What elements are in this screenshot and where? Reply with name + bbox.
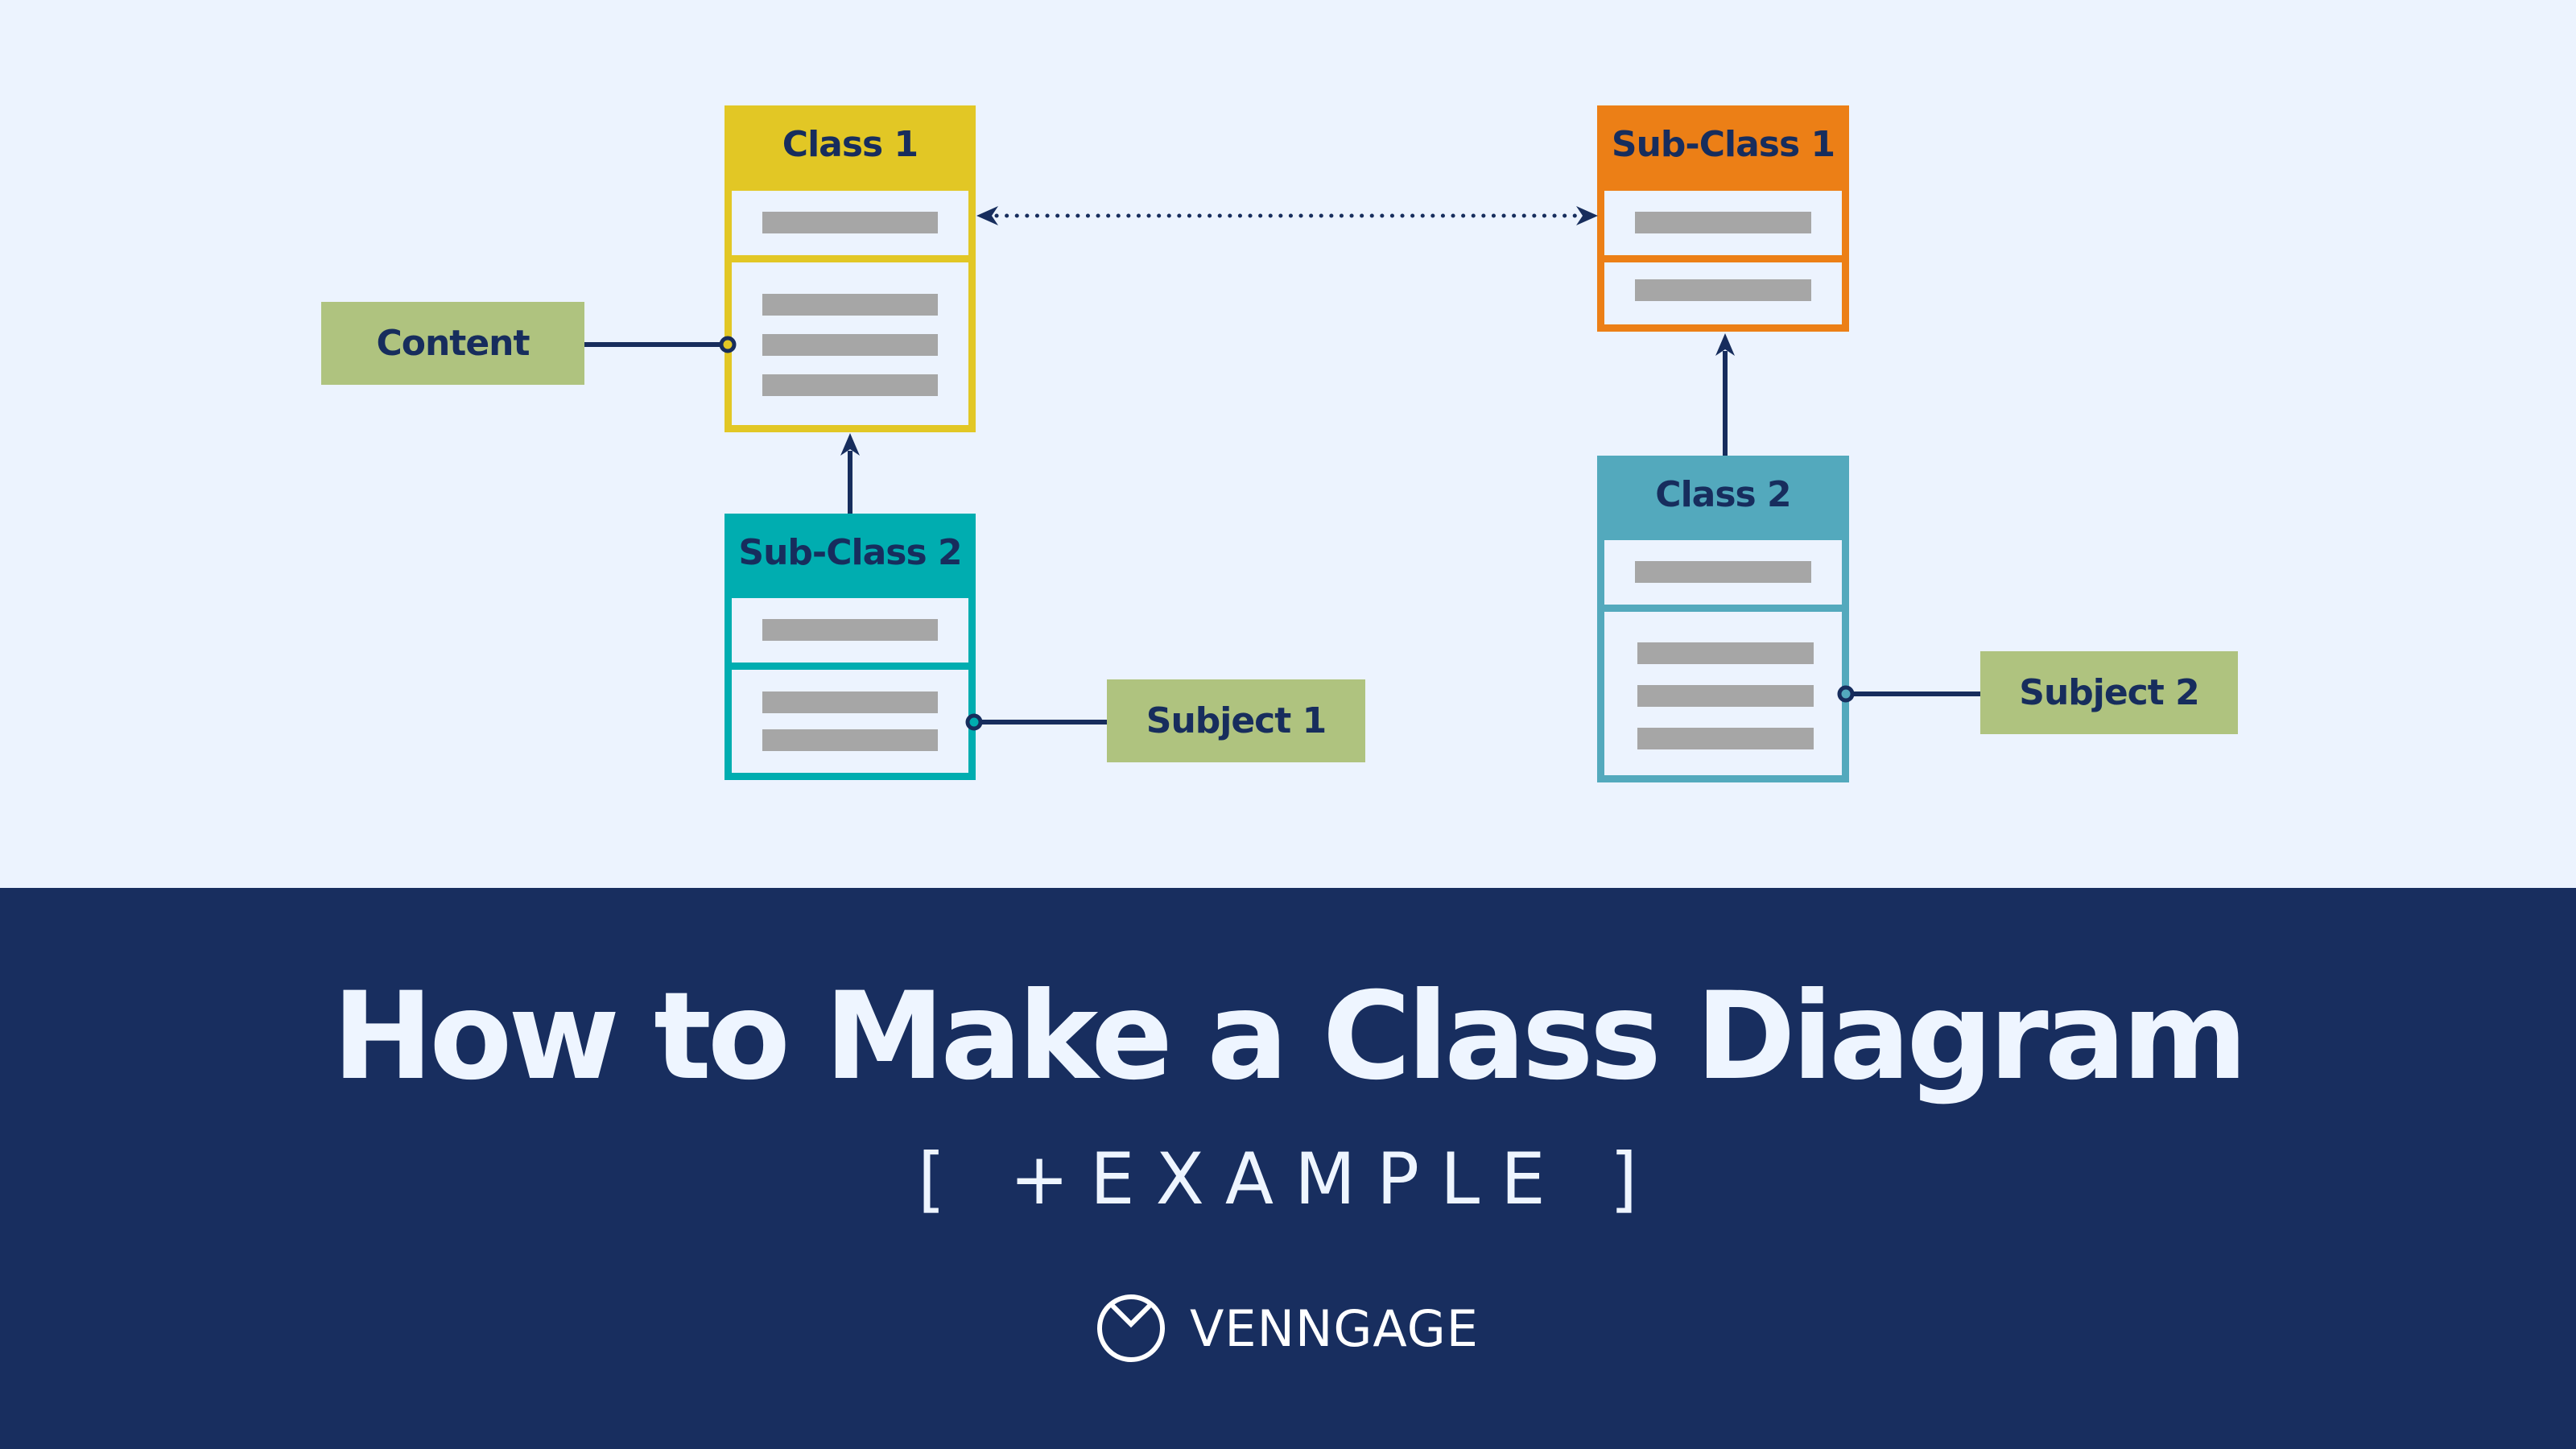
page-title: How to Make a Class Diagram [332, 967, 2248, 1107]
page-subtitle: [ +EXAMPLE ] [917, 1137, 1659, 1220]
connectors [584, 206, 1980, 731]
arrow-right-icon [1576, 206, 1598, 225]
interface-dot-icon [719, 336, 737, 353]
interface-dot-icon [1837, 685, 1855, 703]
brand-name: VENNGAGE [1190, 1298, 1479, 1358]
venngage-logo-icon [1097, 1294, 1165, 1362]
brand-logo: VENNGAGE [1095, 1288, 1479, 1368]
interface-dot-icon [965, 713, 983, 731]
